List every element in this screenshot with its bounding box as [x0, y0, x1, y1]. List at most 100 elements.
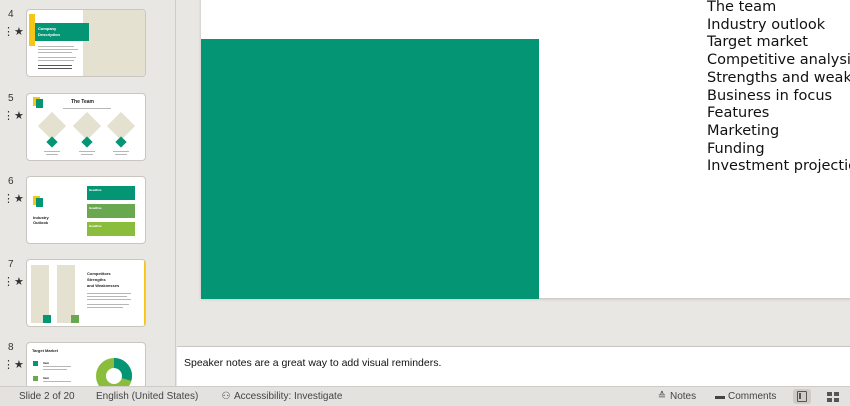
- text-line: [38, 49, 78, 50]
- status-bar: Slide 2 of 20 English (United States) ⚇ A…: [0, 386, 850, 406]
- accessibility-label: Accessibility: Investigate: [234, 391, 343, 402]
- speaker-notes-pane[interactable]: Speaker notes are a great way to add vis…: [177, 347, 850, 386]
- agenda-item: Business in focus: [707, 87, 833, 104]
- slide-sorter-icon: [834, 392, 839, 396]
- agenda-item: Strengths and weakn: [707, 69, 850, 86]
- slide-thumbnail-competitors[interactable]: Competitors Strengths and Weaknesses: [26, 259, 146, 327]
- notes-button[interactable]: ≙ Notes: [656, 390, 696, 403]
- slide-thumbnail-row-8[interactable]: 8 ⋮★ Target Market Item Item: [0, 342, 175, 386]
- text-line: [43, 366, 71, 367]
- comments-label: Comments: [728, 391, 777, 402]
- slide-thumbnail-the-team[interactable]: The Team: [26, 93, 146, 161]
- donut-chart: [96, 358, 132, 386]
- text-line: [38, 60, 74, 61]
- thumb-title-line-2: Strengths: [87, 277, 106, 282]
- agenda-item: Funding: [707, 140, 765, 157]
- text-line: [38, 68, 72, 69]
- accessibility-button[interactable]: ⚇ Accessibility: Investigate: [220, 390, 343, 403]
- text-line: [43, 381, 71, 382]
- star-icon: ⋮★: [3, 359, 24, 371]
- agenda-item: Investment projection: [707, 158, 850, 175]
- agenda-item: The team: [707, 0, 777, 15]
- notes-icon: ≙: [657, 391, 667, 402]
- star-icon: ⋮★: [3, 276, 24, 288]
- text-line: [113, 151, 129, 152]
- normal-view-icon: [797, 391, 807, 402]
- text-line: [87, 307, 123, 308]
- slide-thumbnail-row-4[interactable]: 4 ⋮★ Company Description: [0, 9, 175, 81]
- slide-number: 8: [8, 342, 14, 353]
- text-line: [46, 154, 58, 155]
- slide-thumbnail-industry-outlook[interactable]: Industry Outlook Headline Headline Headl…: [26, 176, 146, 244]
- slide-thumbnail-target-market[interactable]: Target Market Item Item: [26, 342, 146, 386]
- presentation-app: 4 ⋮★ Company Description 5 ⋮★ The Team 6…: [0, 0, 850, 406]
- agenda-list[interactable]: The team Industry outlook Target market …: [707, 0, 850, 176]
- green-image-placeholder[interactable]: [201, 39, 539, 299]
- accessibility-icon: ⚇: [221, 391, 231, 402]
- text-line: [87, 304, 129, 305]
- star-icon: ⋮★: [3, 193, 24, 205]
- slide-number: 4: [8, 9, 14, 20]
- green-square: [36, 99, 43, 108]
- comments-icon: ▬: [715, 391, 725, 402]
- text-line: [38, 46, 74, 47]
- agenda-item: Competitive analysis: [707, 52, 850, 69]
- green-square: [36, 198, 43, 207]
- slide-thumbnail-row-5[interactable]: 5 ⋮★ The Team: [0, 93, 175, 165]
- green-diamond: [115, 136, 127, 148]
- text-line: [79, 151, 95, 152]
- language-indicator[interactable]: English (United States): [96, 390, 198, 403]
- normal-view-button[interactable]: [793, 389, 811, 404]
- slide-sorter-button[interactable]: [827, 392, 839, 402]
- green-diamond: [46, 136, 58, 148]
- beige-panel: [83, 10, 145, 76]
- slide-thumbnail-company-description[interactable]: Company Description: [26, 9, 146, 77]
- slide-thumbnail-pane[interactable]: 4 ⋮★ Company Description 5 ⋮★ The Team 6…: [0, 0, 176, 386]
- current-slide[interactable]: The team Industry outlook Target market …: [201, 0, 850, 299]
- slide-indicator: Slide 2 of 20: [19, 391, 75, 402]
- slide-sorter-icon: [834, 398, 839, 402]
- green-square: [71, 315, 79, 323]
- agenda-item: Target market: [707, 34, 808, 51]
- text-line: [38, 52, 72, 53]
- bar-label: Headline: [89, 224, 102, 228]
- text-line: [81, 154, 93, 155]
- text-line: [43, 369, 67, 370]
- yellow-edge: [144, 260, 145, 326]
- speaker-notes-text[interactable]: Speaker notes are a great way to add vis…: [184, 357, 441, 369]
- text-line: [44, 151, 60, 152]
- text-line: [63, 108, 111, 109]
- slide-editor[interactable]: The team Industry outlook Target market …: [177, 0, 850, 346]
- text-line: [38, 65, 72, 66]
- agenda-item: Features: [707, 105, 770, 122]
- slide-number: 7: [8, 259, 14, 270]
- text-line: [87, 296, 127, 297]
- thumb-title-line-3: and Weaknesses: [87, 283, 120, 288]
- text-line: [38, 57, 76, 58]
- bar-label: Headline: [89, 188, 102, 192]
- thumb-title-line-2: Outlook: [33, 220, 49, 225]
- green-diamond: [81, 136, 93, 148]
- thumb-title-line-1: Competitors: [87, 271, 111, 276]
- green-square: [43, 315, 51, 323]
- thumb-title-line-2: Description: [38, 32, 61, 37]
- slide-sorter-icon: [827, 392, 832, 396]
- green-bullet: [33, 376, 38, 381]
- slide-sorter-icon: [827, 398, 832, 402]
- thumb-title-line-1: Company: [38, 26, 57, 31]
- thumb-title: Target Market: [32, 348, 58, 353]
- notes-label: Notes: [670, 391, 697, 402]
- slide-thumbnail-row-7[interactable]: 7 ⋮★ Competitors Strengths and Weaknesse…: [0, 259, 175, 331]
- comments-button[interactable]: ▬ Comments: [714, 390, 776, 403]
- text-line: [87, 293, 131, 294]
- agenda-item: Marketing: [707, 122, 780, 139]
- slide-thumbnail-row-6[interactable]: 6 ⋮★ Industry Outlook Headline Headline …: [0, 176, 175, 248]
- agenda-item: Industry outlook: [707, 16, 826, 33]
- slide-number: 6: [8, 176, 14, 187]
- bar-label: Headline: [89, 206, 102, 210]
- slide-number: 5: [8, 93, 14, 104]
- thumb-title: The Team: [71, 99, 94, 105]
- text-line: [115, 154, 127, 155]
- star-icon: ⋮★: [3, 26, 24, 38]
- green-bullet: [33, 361, 38, 366]
